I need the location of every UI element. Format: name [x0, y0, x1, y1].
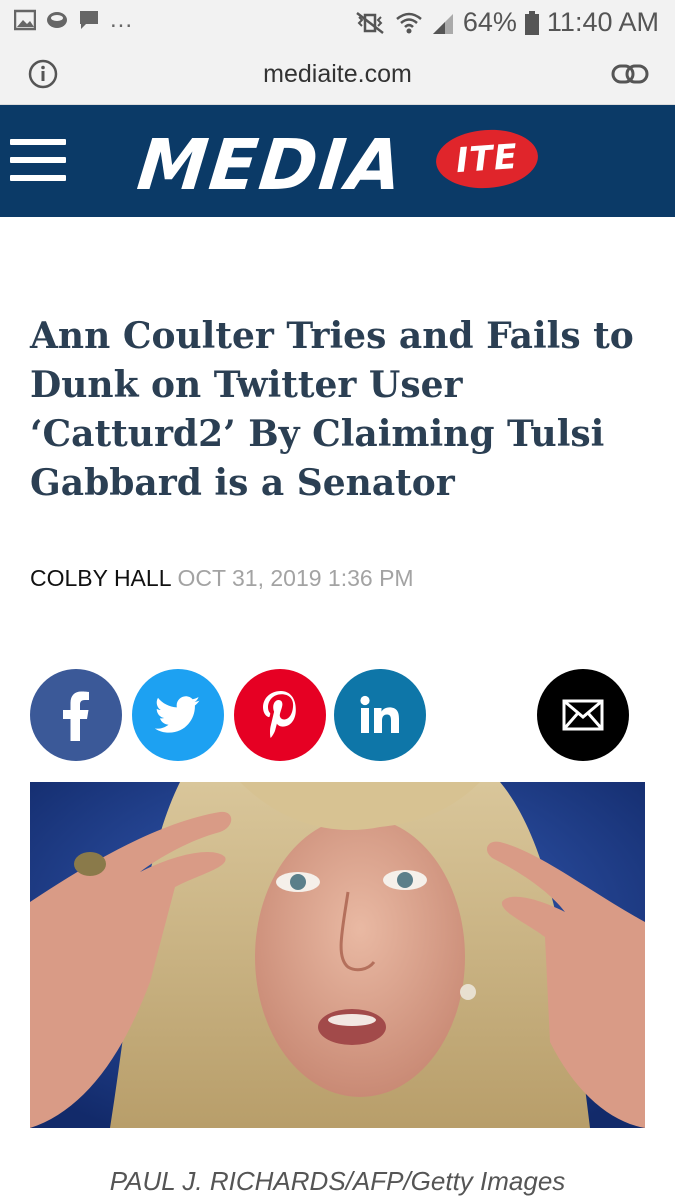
notification-icons: ... [14, 6, 134, 33]
author-name[interactable]: COLBY HALL [30, 565, 171, 591]
wifi-icon [396, 12, 422, 33]
facebook-share-button[interactable] [30, 669, 122, 761]
byline: COLBY HALL OCT 31, 2019 1:36 PM [30, 565, 414, 592]
menu-icon[interactable] [10, 139, 66, 183]
status-bar: ... 64% 11:40 AM [0, 0, 675, 46]
gallery-notification-icon [14, 9, 36, 31]
browser-address-bar: mediaite.com [0, 46, 675, 105]
image-credit: PAUL J. RICHARDS/AFP/Getty Images [109, 1166, 566, 1196]
email-share-button[interactable] [537, 669, 629, 761]
logo-badge-text: ITE [454, 136, 520, 182]
linkedin-icon [360, 695, 399, 733]
publish-date: OCT 31, 2019 1:36 PM [177, 565, 414, 591]
link-icon[interactable] [611, 60, 649, 88]
pinterest-icon [263, 691, 296, 738]
site-header: MEDIA [0, 105, 675, 217]
share-buttons [30, 669, 630, 763]
signal-icon [432, 13, 453, 34]
twitter-share-button[interactable] [132, 669, 224, 761]
site-logo[interactable]: MEDIA [134, 124, 408, 206]
hangouts-notification-icon [47, 12, 67, 28]
pinterest-share-button[interactable] [234, 669, 326, 761]
twitter-icon [155, 696, 200, 733]
facebook-icon [63, 691, 89, 741]
system-status: 64% 11:40 AM [353, 7, 659, 38]
more-notifications: ... [110, 6, 134, 33]
linkedin-share-button[interactable] [334, 669, 426, 761]
portrait-photo [30, 782, 645, 1128]
vibrate-mute-icon [356, 11, 384, 34]
email-icon [562, 699, 604, 731]
battery-icon [524, 10, 539, 35]
clock: 11:40 AM [546, 7, 659, 37]
battery-percent: 64% [462, 7, 517, 37]
article-headline: Ann Coulter Tries and Fails to Dunk on T… [30, 315, 634, 504]
article-lead-image[interactable] [30, 782, 645, 1128]
url-text[interactable]: mediaite.com [0, 60, 675, 89]
message-notification-icon [80, 11, 98, 29]
